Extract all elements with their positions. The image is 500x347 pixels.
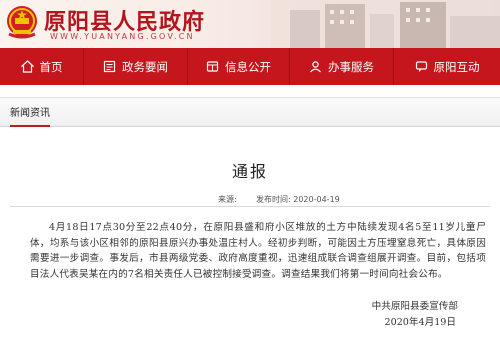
date-value: 2020-04-19 [293, 195, 340, 204]
chat-icon [415, 61, 427, 72]
publish-date: 发布时间: 2020-04-19 [256, 194, 340, 205]
service-icon [310, 61, 321, 73]
site-domain: WWW.YUANYANG.GOV.CN [50, 32, 195, 41]
nav-item-info[interactable]: 信息公开 [188, 48, 290, 85]
article-title: 通报 [231, 162, 268, 181]
nav-item-label: 原阳互动 [433, 59, 480, 74]
header-scenery [270, 0, 500, 48]
date-label: 发布时间: [256, 195, 291, 204]
home-icon [20, 60, 34, 73]
signature-date: 2020年4月19日 [384, 317, 456, 328]
section-bar: 新闻资讯 [0, 97, 500, 127]
divider [10, 206, 490, 207]
news-icon [103, 60, 116, 73]
main-nav: 首页 政务要闻 信息公开 办事服务 原阳互动 [0, 48, 500, 85]
national-emblem-icon [7, 6, 37, 39]
nav-item-label: 办事服务 [328, 59, 374, 74]
nav-item-label: 信息公开 [225, 59, 271, 74]
site-header: 原阳县人民政府 WWW.YUANYANG.GOV.CN [0, 0, 500, 48]
nav-item-label: 政务要闻 [122, 59, 168, 74]
nav-item-service[interactable]: 办事服务 [290, 48, 394, 85]
nav-item-interact[interactable]: 原阳互动 [394, 48, 500, 85]
nav-item-label: 首页 [39, 59, 63, 74]
source-label: 来源: [218, 195, 237, 204]
nav-item-home[interactable]: 首页 [0, 48, 84, 85]
tab-news[interactable]: 新闻资讯 [10, 104, 50, 127]
nav-item-news[interactable]: 政务要闻 [84, 48, 188, 85]
info-icon [206, 61, 219, 72]
article-body: 4月18日17点30分至22点40分，在原阳县盛和府小区堆放的土方中陆续发现4名… [30, 222, 486, 280]
signature-org: 中共原阳县委宣传部 [371, 301, 458, 312]
